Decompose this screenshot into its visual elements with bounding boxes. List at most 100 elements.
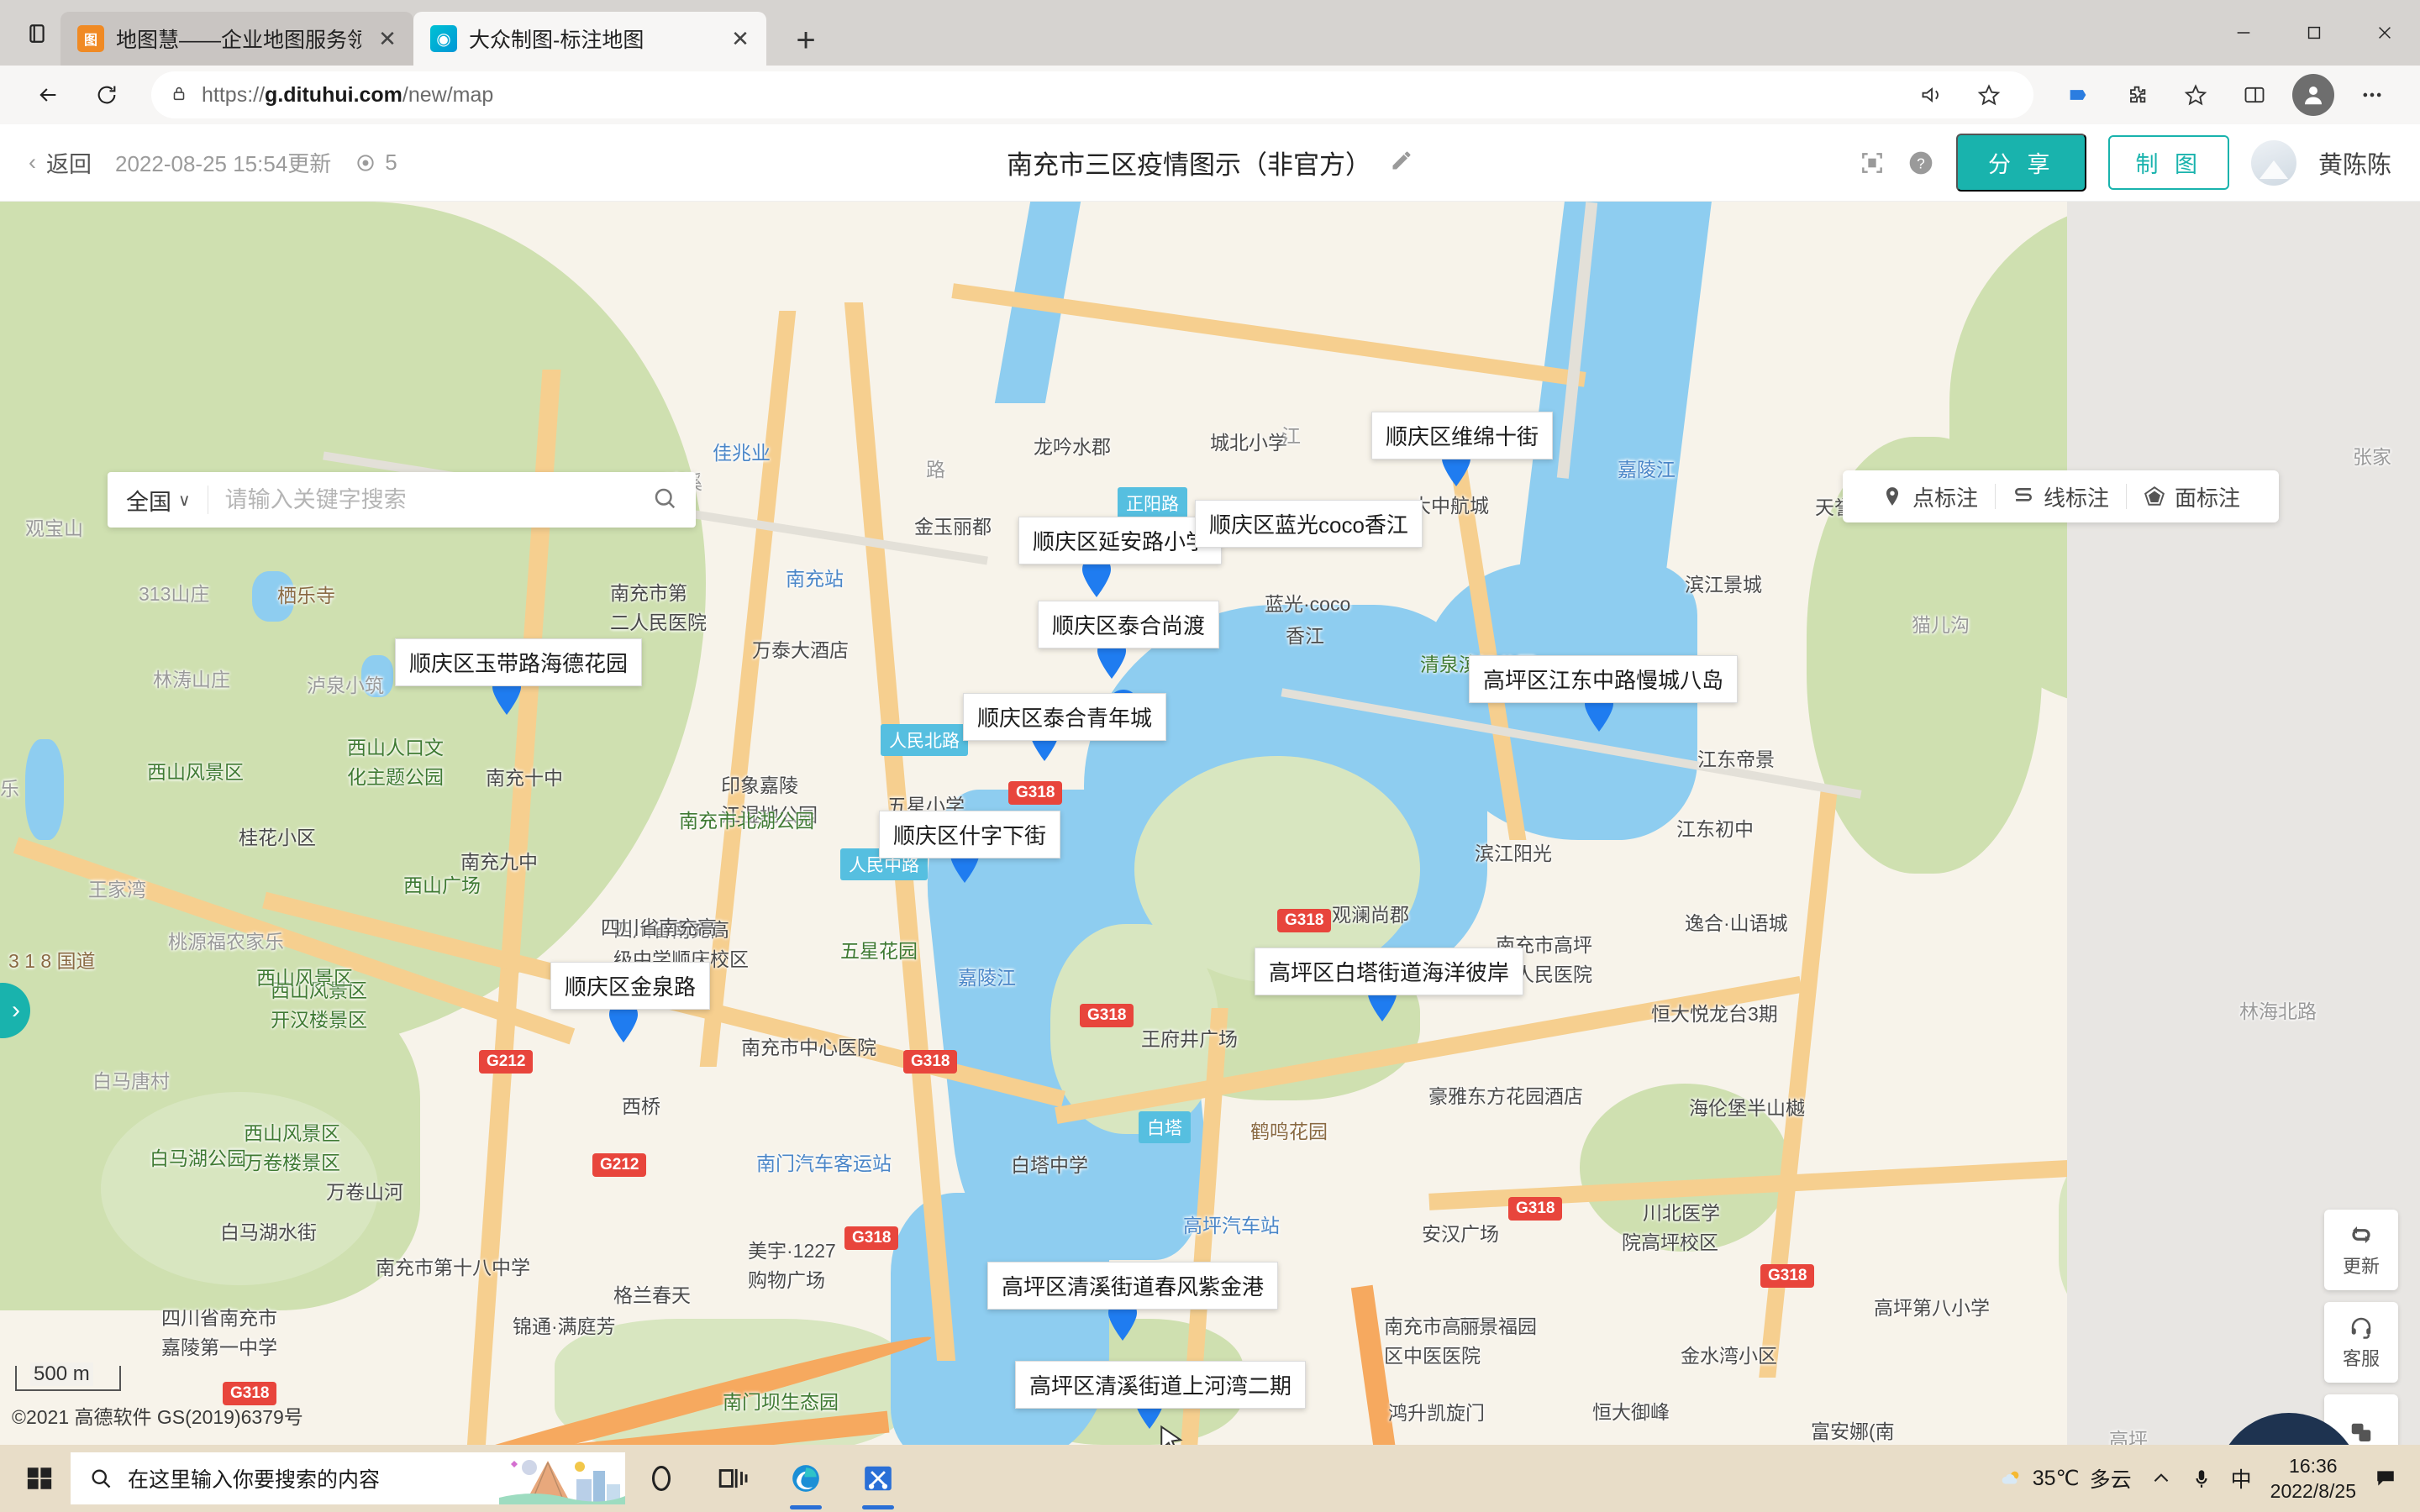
minimize-icon[interactable] bbox=[2208, 0, 2279, 66]
map-place-label: 南门汽车客运站 bbox=[756, 1152, 892, 1174]
map-place-label: 金水湾小区 bbox=[1681, 1345, 1777, 1367]
map-place-label: 川北医学 bbox=[1643, 1202, 1720, 1224]
map-callout-label[interactable]: 高坪区清溪街道春风紫金港 bbox=[987, 1262, 1279, 1310]
task-view-icon[interactable] bbox=[697, 1445, 770, 1512]
avatar[interactable] bbox=[2250, 139, 2296, 186]
more-options-icon[interactable] bbox=[2346, 69, 2398, 121]
taskbar-search[interactable]: 在这里输入你要搜索的内容 bbox=[71, 1452, 625, 1504]
ime-indicator[interactable]: 中 bbox=[2231, 1463, 2252, 1494]
map-callout-label[interactable]: 顺庆区泰合尚渡 bbox=[1038, 601, 1220, 648]
line-annotation-button[interactable]: 线标注 bbox=[1996, 481, 2126, 512]
map-place-label: 南充站 bbox=[786, 568, 844, 590]
make-map-button[interactable]: 制 图 bbox=[2108, 135, 2229, 190]
back-icon[interactable] bbox=[22, 69, 74, 121]
map-road-badge: G318 bbox=[1008, 781, 1063, 805]
tab-title: 大众制图-标注地图 bbox=[469, 29, 644, 52]
pencil-icon[interactable] bbox=[1390, 149, 1413, 176]
clock[interactable]: 16:36 2022/8/25 bbox=[2270, 1453, 2356, 1504]
close-icon[interactable] bbox=[2349, 0, 2420, 66]
map-callout-label[interactable]: 高坪区江东中路慢城八岛 bbox=[1469, 655, 1739, 703]
map-place-label: 白塔中学 bbox=[1011, 1154, 1088, 1176]
map-callout-label[interactable]: 高坪区白塔街道海洋彼岸 bbox=[1255, 948, 1524, 995]
map-tool-rail[interactable]: 更新 客服 bbox=[2324, 1210, 2398, 1445]
header-left: ‹ 返回 2022-08-25 15:54更新 5 bbox=[29, 146, 397, 179]
profile-avatar[interactable] bbox=[2287, 69, 2339, 121]
map-callout-label[interactable]: 顺庆区玉带路海德花园 bbox=[395, 638, 643, 686]
show-hidden-icons[interactable] bbox=[2150, 1467, 2172, 1489]
address-bar[interactable]: https://g.dituhui.com/new/map bbox=[151, 71, 2033, 118]
app-header: ‹ 返回 2022-08-25 15:54更新 5 南充市三区疫情图示（非官方）… bbox=[0, 124, 2420, 202]
point-annotation-button[interactable]: 点标注 bbox=[1865, 481, 1995, 512]
support-button[interactable]: 客服 bbox=[2324, 1302, 2398, 1383]
edge-icon[interactable] bbox=[770, 1445, 842, 1512]
map-place-label: 安汉广场 bbox=[1422, 1223, 1499, 1245]
map-callout-label[interactable]: 顺庆区金泉路 bbox=[550, 962, 711, 1010]
map-callout-label[interactable]: 顺庆区延安路小学 bbox=[1018, 517, 1223, 564]
map-scale-bar: 500 m bbox=[15, 1362, 121, 1391]
map-callout-label[interactable]: 顺庆区泰合青年城 bbox=[963, 693, 1167, 741]
notifications-icon[interactable] bbox=[2375, 1467, 2396, 1489]
header-center: 南充市三区疫情图示（非官方） bbox=[1007, 144, 1413, 181]
map-place-label: 桃源福农家乐 bbox=[168, 931, 284, 953]
search-icon bbox=[92, 1469, 111, 1488]
map-place-label: 观澜尚郡 bbox=[1332, 904, 1409, 926]
map-place-label: 林海北路 bbox=[2239, 1000, 2317, 1022]
new-tab-button[interactable]: + bbox=[785, 24, 827, 57]
map-road-badge: G318 bbox=[1760, 1264, 1815, 1288]
map-favicon: 图 bbox=[77, 25, 104, 52]
map-callout-label[interactable]: 顺庆区维绵十街 bbox=[1371, 412, 1554, 459]
browser-tab-1[interactable]: 图 地图慧——企业地图服务领导品牌 ✕ bbox=[60, 12, 413, 66]
maximize-icon[interactable] bbox=[2279, 0, 2349, 66]
microphone-icon[interactable] bbox=[2191, 1467, 2212, 1489]
snipping-tool-icon[interactable] bbox=[842, 1445, 914, 1512]
user-name: 黄陈陈 bbox=[2317, 151, 2391, 179]
refresh-button[interactable]: 更新 bbox=[2324, 1210, 2398, 1290]
read-aloud-icon[interactable] bbox=[1906, 69, 1958, 121]
favorite-icon[interactable] bbox=[1963, 69, 2015, 121]
map-place-label: 鹤鸣花园 bbox=[1250, 1121, 1328, 1142]
cortana-icon[interactable] bbox=[625, 1445, 697, 1512]
area-annotation-button[interactable]: 面标注 bbox=[2127, 481, 2257, 512]
fullscreen-icon[interactable] bbox=[1859, 150, 1886, 176]
split-screen-icon[interactable] bbox=[2228, 69, 2281, 121]
chevron-down-icon: ∨ bbox=[178, 491, 191, 510]
map-place-label: 龙吟水郡 bbox=[1034, 436, 1111, 458]
polygon-icon bbox=[2144, 486, 2165, 506]
map-callout-label[interactable]: 高坪区清溪街道上河湾二期 bbox=[1015, 1361, 1307, 1409]
collections-icon[interactable] bbox=[2170, 69, 2222, 121]
share-button[interactable]: 分 享 bbox=[1955, 134, 2087, 192]
map-place-label: 张家 bbox=[2353, 446, 2391, 468]
tab-list-icon[interactable] bbox=[13, 10, 60, 57]
annotation-toolbar[interactable]: 点标注 线标注 面标注 bbox=[1842, 470, 2279, 522]
map-place-label: 白马湖公园 bbox=[150, 1147, 246, 1169]
tab-strip: 图 地图慧——企业地图服务领导品牌 ✕ ◉ 大众制图-标注地图 ✕ + bbox=[0, 0, 2420, 66]
map-container[interactable]: 观宝山 313山庄 栖乐寺 林涛山庄 泸泉小筑 西山风景区 西山人口文 化主题公园 桂花小区 王家… bbox=[0, 202, 2420, 1445]
close-icon[interactable]: ✕ bbox=[373, 26, 402, 52]
search-input[interactable] bbox=[224, 486, 652, 513]
help-icon[interactable]: ? bbox=[1907, 150, 1934, 176]
map-canvas[interactable] bbox=[0, 202, 2420, 1445]
omnibox-actions bbox=[1906, 69, 2015, 121]
weather-widget[interactable]: 35℃ 多云 bbox=[2001, 1463, 2132, 1494]
region-selector[interactable]: 全国 ∨ bbox=[126, 484, 191, 517]
map-place-label: 蓝光·coco bbox=[1265, 593, 1351, 615]
reload-icon[interactable] bbox=[81, 69, 133, 121]
map-place-label: 高坪 bbox=[2109, 1429, 2148, 1445]
point-annotation-label: 点标注 bbox=[1912, 485, 1978, 511]
taskbar-search-illustration bbox=[499, 1452, 625, 1504]
map-callout-label[interactable]: 顺庆区蓝光coco香江 bbox=[1195, 500, 1423, 548]
map-callout-label[interactable]: 顺庆区什字下街 bbox=[879, 811, 1061, 858]
extension-blue-icon[interactable] bbox=[2052, 69, 2104, 121]
start-button[interactable] bbox=[8, 1445, 71, 1512]
search-icon[interactable] bbox=[652, 486, 677, 515]
map-road-badge: G212 bbox=[479, 1050, 534, 1074]
close-icon[interactable]: ✕ bbox=[726, 26, 755, 52]
map-place-label: 金玉丽都 bbox=[914, 516, 992, 538]
map-place-label: 开汉楼景区 bbox=[271, 1009, 367, 1031]
extensions-icon[interactable] bbox=[2111, 69, 2163, 121]
map-search-panel[interactable]: 全国 ∨ bbox=[108, 472, 696, 528]
back-button[interactable]: ‹ 返回 bbox=[29, 146, 92, 179]
map-place-label: 滨江景城 bbox=[1685, 574, 1762, 596]
browser-tab-2[interactable]: ◉ 大众制图-标注地图 ✕ bbox=[413, 12, 766, 66]
map-place-label: 嘉陵江 bbox=[1618, 459, 1676, 480]
